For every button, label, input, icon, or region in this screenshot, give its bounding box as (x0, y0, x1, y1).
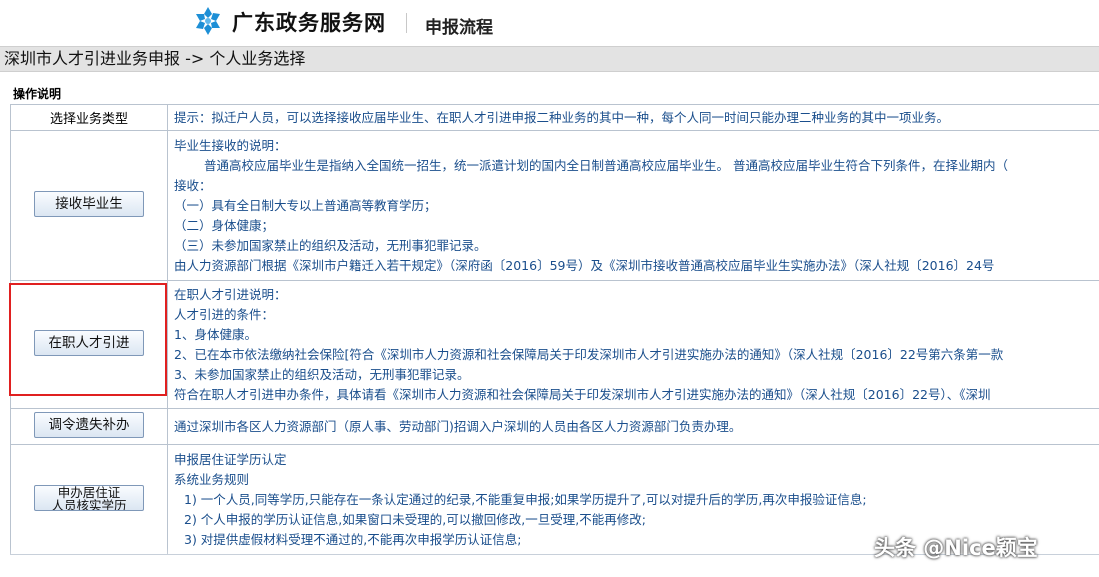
desc-line: 申报居住证学历认定 (174, 451, 287, 467)
top-header: 广东政务服务网 申报流程 (0, 0, 1099, 44)
graduate-receive-button[interactable]: 接收毕业生 (34, 190, 144, 217)
table-row: 接收毕业生 毕业生接收的说明： 普通高校应届毕业生是指纳入全国统一招生，统一派遣… (10, 130, 1099, 281)
desc-line: 在职人才引进说明： (174, 286, 287, 302)
row-button-cell: 调令遗失补办 (10, 408, 168, 445)
desc-line: 系统业务规则 (174, 471, 250, 487)
desc-line: 接收： (174, 177, 212, 193)
desc-line: 1) 一个人员,同等学历,只能存在一条认定通过的纪录,不能重复申报;如果学历提升… (184, 491, 867, 507)
desc-line: （三）未参加国家禁止的组织及活动，无刑事犯罪记录。 (174, 237, 487, 253)
row-button-cell: 申办居住证 人员核实学历 (10, 444, 168, 555)
desc-line: 3、未参加国家禁止的组织及活动，无刑事犯罪记录。 (174, 366, 470, 382)
section-title: 申报流程 (425, 18, 493, 38)
desc-line: 通过深圳市各区人力资源部门（原人事、劳动部门)招调入户深圳的人员由各区人力资源部… (174, 418, 742, 434)
residence-permit-education-button[interactable]: 申办居住证 人员核实学历 (34, 484, 144, 511)
desc-line: 普通高校应届毕业生是指纳入全国统一招生，统一派遣计划的国内全日制普通高校应届毕业… (204, 157, 1008, 173)
watermark-text: 头条 @Nice颖宝 (874, 536, 1038, 560)
gd-logo-icon (196, 7, 220, 35)
desc-line: 2、已在本市依法缴纳社会保险[符合《深圳市人力资源和社会保障局关于印发深圳市人才… (174, 346, 1004, 362)
transfer-order-reissue-button[interactable]: 调令遗失补办 (34, 411, 144, 438)
desc-line: （二）身体健康； (174, 217, 275, 233)
row-description: 毕业生接收的说明： 普通高校应届毕业生是指纳入全国统一招生，统一派遣计划的国内全… (167, 130, 1099, 281)
talent-introduction-button[interactable]: 在职人才引进 (34, 329, 144, 356)
row-button-cell: 接收毕业生 (10, 130, 168, 281)
row-button-cell: 在职人才引进 (10, 280, 168, 409)
breadcrumb: 深圳市人才引进业务申报 -> 个人业务选择 (0, 46, 1099, 72)
desc-line: （一）具有全日制大专以上普通高等教育学历； (174, 197, 437, 213)
button-line-2: 人员核实学历 (51, 497, 127, 511)
desc-line: 2) 个人申报的学历认证信息,如果窗口未受理的,可以撤回修改,一旦受理,不能再修… (184, 511, 646, 527)
table-row: 调令遗失补办 通过深圳市各区人力资源部门（原人事、劳动部门)招调入户深圳的人员由… (10, 408, 1099, 445)
desc-line: 人才引进的条件： (174, 306, 275, 322)
desc-line: 由人力资源部门根据《深圳市户籍迁入若干规定》（深府函〔2016〕59号）及《深圳… (174, 257, 995, 273)
desc-line: 毕业生接收的说明： (174, 137, 287, 153)
business-type-table: 选择业务类型 提示：拟迁户人员，可以选择接收应届毕业生、在职人才引进申报二种业务… (10, 104, 1099, 555)
table-header-row: 选择业务类型 提示：拟迁户人员，可以选择接收应届毕业生、在职人才引进申报二种业务… (10, 104, 1099, 131)
header-cell-type: 选择业务类型 (10, 104, 168, 131)
button-line-1: 申办居住证 (57, 484, 121, 500)
row-description: 在职人才引进说明： 人才引进的条件： 1、身体健康。 2、已在本市依法缴纳社会保… (167, 280, 1099, 409)
desc-line: 符合在职人才引进申办条件，具体请看《深圳市人力资源和社会保障局关于印发深圳市人才… (174, 386, 991, 402)
ops-label: 操作说明 (13, 87, 62, 101)
row-description: 通过深圳市各区人力资源部门（原人事、劳动部门)招调入户深圳的人员由各区人力资源部… (167, 408, 1099, 445)
desc-line: 1、身体健康。 (174, 326, 257, 342)
table-row: 在职人才引进 在职人才引进说明： 人才引进的条件： 1、身体健康。 2、已在本市… (10, 280, 1099, 409)
header-divider (406, 13, 407, 33)
site-logo-text[interactable]: 广东政务服务网 (232, 7, 386, 37)
header-cell-tip: 提示：拟迁户人员，可以选择接收应届毕业生、在职人才引进申报二种业务的其中一种，每… (167, 104, 1099, 131)
